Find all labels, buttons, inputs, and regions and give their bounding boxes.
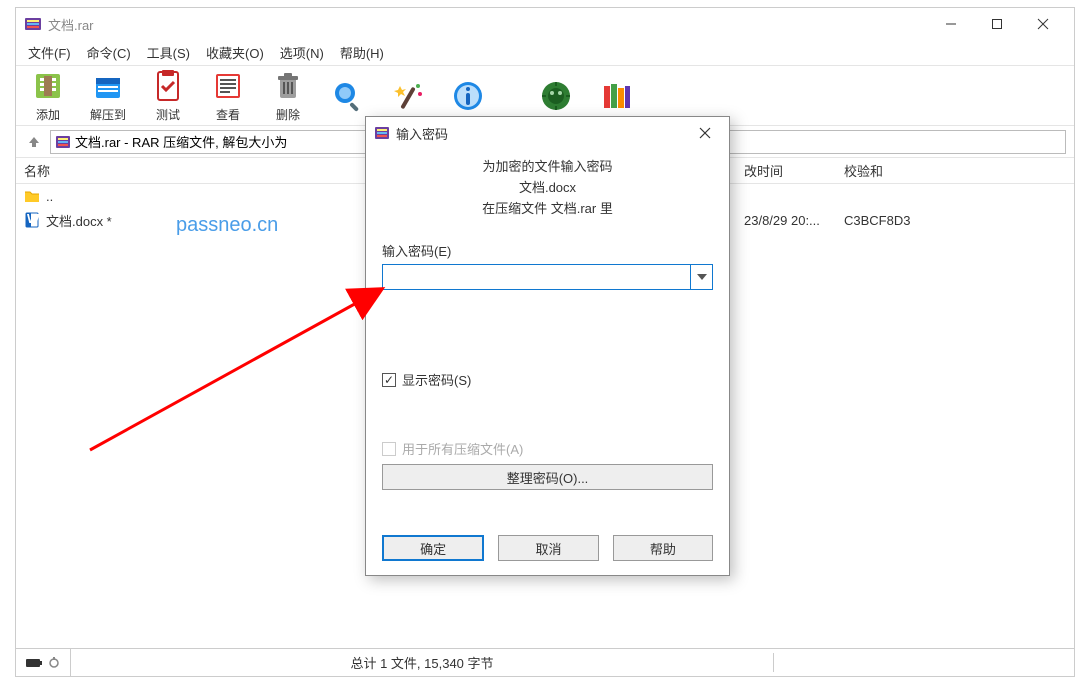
status-text: 总计 1 文件, 15,340 字节 (71, 653, 774, 672)
toolbar-test-label: 测试 (156, 106, 180, 123)
dialog-close-button[interactable] (689, 117, 721, 149)
ok-button[interactable]: 确定 (382, 535, 484, 561)
password-label: 输入密码(E) (382, 241, 713, 260)
toolbar-add-button[interactable]: 添加 (24, 68, 72, 123)
toolbar-view-label: 查看 (216, 106, 240, 123)
archive-icon (30, 68, 66, 104)
toolbar-add-label: 添加 (36, 106, 60, 123)
minimize-button[interactable] (928, 8, 974, 40)
menu-help[interactable]: 帮助(H) (332, 40, 392, 65)
use-all-checkbox: 用于所有压缩文件(A) (382, 439, 713, 458)
cancel-button[interactable]: 取消 (498, 535, 598, 561)
toolbar-extract-button[interactable]: 解压到 (84, 68, 132, 123)
path-text: 文档.rar - RAR 压缩文件, 解包大小为 (75, 132, 287, 151)
toolbar-info-button[interactable] (444, 78, 492, 114)
toolbar-delete-label: 删除 (276, 106, 300, 123)
svg-text:W: W (27, 212, 40, 226)
folder-up-icon (24, 188, 40, 204)
dialog-icon (374, 125, 390, 141)
close-button[interactable] (1020, 8, 1066, 40)
password-dropdown-button[interactable] (691, 264, 713, 290)
app-icon (24, 15, 42, 33)
docx-icon: W (24, 212, 40, 228)
archive-mini-icon (55, 134, 71, 150)
organize-passwords-button[interactable]: 整理密码(O)... (382, 464, 713, 490)
dialog-message: 为加密的文件输入密码 文档.docx 在压缩文件 文档.rar 里 (382, 157, 713, 219)
col-checksum[interactable]: 校验和 (836, 161, 956, 180)
wizard-icon (390, 78, 426, 114)
dialog-titlebar: 输入密码 (366, 117, 729, 149)
virus-icon (538, 78, 574, 114)
col-mtime[interactable]: 改时间 (736, 161, 836, 180)
view-icon (210, 68, 246, 104)
find-icon (330, 78, 366, 114)
toolbar-comment-button[interactable] (592, 78, 640, 114)
file-mtime: 23/8/29 20:... (736, 213, 836, 228)
dialog-msg-line2: 文档.docx (382, 178, 713, 199)
toolbar-view-button[interactable]: 查看 (204, 68, 252, 123)
up-button[interactable] (24, 132, 44, 152)
statusbar: 总计 1 文件, 15,340 字节 (16, 648, 1074, 676)
status-icons (16, 649, 71, 676)
file-name: 文档.docx * (46, 211, 112, 230)
toolbar-extract-label: 解压到 (90, 106, 126, 123)
menu-command[interactable]: 命令(C) (79, 40, 139, 65)
checkbox-icon (382, 442, 396, 456)
password-dialog: 输入密码 为加密的文件输入密码 文档.docx 在压缩文件 文档.rar 里 输… (365, 116, 730, 576)
help-button[interactable]: 帮助 (613, 535, 713, 561)
show-password-label: 显示密码(S) (402, 370, 471, 389)
dialog-title: 输入密码 (396, 124, 689, 143)
test-icon (150, 68, 186, 104)
delete-icon (270, 68, 306, 104)
books-icon (598, 78, 634, 114)
file-name: .. (46, 189, 53, 204)
toolbar-delete-button[interactable]: 删除 (264, 68, 312, 123)
menu-file[interactable]: 文件(F) (20, 40, 79, 65)
password-input[interactable] (382, 264, 691, 290)
use-all-label: 用于所有压缩文件(A) (402, 439, 523, 458)
menu-options[interactable]: 选项(N) (272, 40, 332, 65)
show-password-checkbox[interactable]: 显示密码(S) (382, 370, 713, 389)
menu-favorites[interactable]: 收藏夹(O) (198, 40, 272, 65)
checkbox-icon (382, 373, 396, 387)
maximize-button[interactable] (974, 8, 1020, 40)
toolbar-virus-button[interactable] (532, 78, 580, 114)
dialog-msg-line1: 为加密的文件输入密码 (382, 157, 713, 178)
titlebar: 文档.rar (16, 8, 1074, 40)
menu-tools[interactable]: 工具(S) (139, 40, 198, 65)
info-icon (450, 78, 486, 114)
file-checksum: C3BCF8D3 (836, 213, 956, 228)
toolbar-wizard-button[interactable] (384, 78, 432, 114)
menubar: 文件(F) 命令(C) 工具(S) 收藏夹(O) 选项(N) 帮助(H) (16, 40, 1074, 66)
window-title: 文档.rar (48, 15, 928, 34)
toolbar-find-button[interactable] (324, 78, 372, 114)
extract-icon (90, 68, 126, 104)
toolbar-test-button[interactable]: 测试 (144, 68, 192, 123)
dialog-msg-line3: 在压缩文件 文档.rar 里 (382, 199, 713, 220)
